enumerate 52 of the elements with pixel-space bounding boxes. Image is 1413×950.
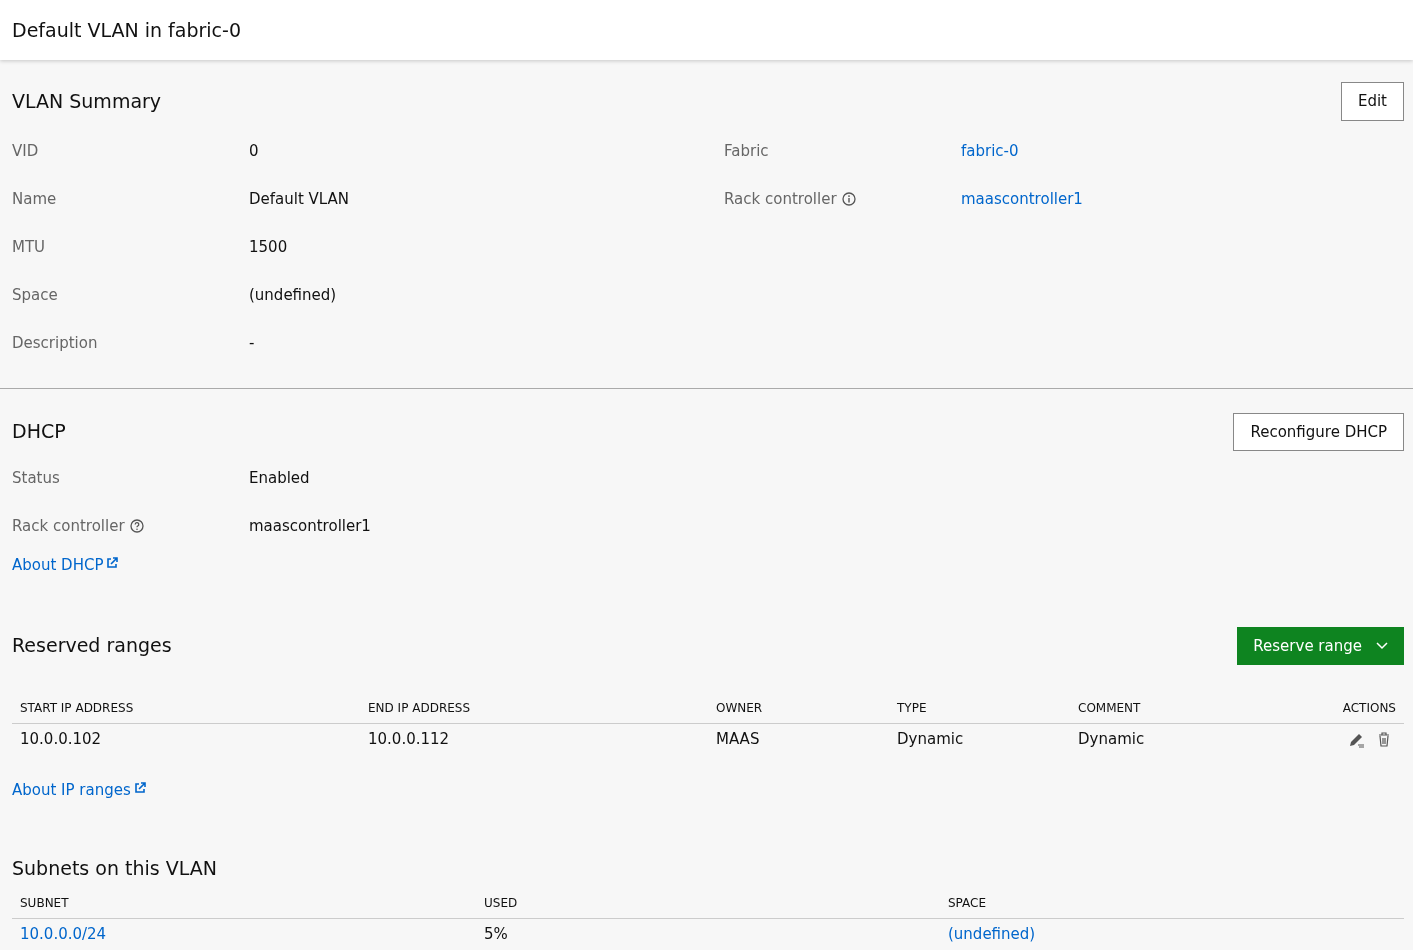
- column-header: SUBNET: [12, 887, 476, 919]
- field-label: Space: [12, 286, 58, 305]
- table-cell: 10.0.0.102: [12, 723, 360, 755]
- table-cell-text: 5%: [484, 924, 508, 943]
- field-label: Status: [12, 468, 60, 487]
- column-header: END IP ADDRESS: [360, 693, 708, 724]
- external-link-icon: [106, 557, 119, 569]
- column-header: SPACE: [940, 887, 1404, 919]
- field-label: Rack controller: [12, 516, 125, 535]
- column-header: ACTIONS: [1324, 693, 1404, 724]
- field-label: Fabric: [724, 142, 769, 161]
- field-value: Enabled: [249, 467, 310, 489]
- table-cell: Dynamic: [1070, 723, 1324, 755]
- column-header: USED: [476, 887, 940, 919]
- field-value-link[interactable]: fabric-0: [961, 140, 1019, 163]
- caret-icon: [1376, 641, 1388, 650]
- field-label: MTU: [12, 238, 46, 257]
- table-cell: 10.0.0.112: [360, 723, 708, 755]
- trash-icon[interactable]: [1378, 732, 1390, 747]
- field-value: (undefined): [249, 285, 337, 307]
- section-title: Subnets on this VLAN: [12, 857, 217, 880]
- section-title: Reserved ranges: [12, 634, 172, 658]
- table-cell-link[interactable]: (undefined): [948, 924, 1036, 943]
- field-value-link[interactable]: maascontroller1: [961, 188, 1083, 211]
- table-cell-link[interactable]: 10.0.0.0/24: [20, 924, 107, 943]
- edit-button[interactable]: Edit: [1340, 82, 1404, 121]
- field-value: -: [249, 333, 255, 355]
- about-ip-ranges-link[interactable]: About IP ranges: [12, 780, 146, 799]
- field-value: Default VLAN: [249, 189, 350, 211]
- field-label: Rack controller: [724, 190, 837, 209]
- field-value: maascontroller1: [249, 515, 371, 537]
- table-cell: Dynamic: [889, 723, 1070, 755]
- external-link-icon: [133, 781, 146, 794]
- column-header: COMMENT: [1070, 693, 1324, 724]
- about-dhcp-link[interactable]: About DHCP: [12, 556, 119, 574]
- field-label: VID: [12, 142, 39, 161]
- section-title: VLAN Summary: [12, 89, 162, 113]
- help-icon: [129, 518, 144, 533]
- pencil-icon[interactable]: [1348, 731, 1366, 748]
- section-title: DHCP: [12, 420, 66, 444]
- column-header: OWNER: [708, 693, 889, 724]
- info-icon: [841, 192, 856, 207]
- column-header: TYPE: [889, 693, 1070, 724]
- field-value: 0: [249, 141, 259, 163]
- page-title: Default VLAN in fabric-0: [12, 18, 241, 42]
- column-header: START IP ADDRESS: [12, 693, 360, 724]
- field-label: Description: [12, 334, 98, 353]
- field-label: Name: [12, 190, 57, 209]
- reconfigure-dhcp-button[interactable]: Reconfigure DHCP: [1233, 412, 1404, 451]
- reserve-range-button[interactable]: Reserve range: [1237, 626, 1404, 665]
- table-cell: MAAS: [708, 723, 889, 755]
- field-value: 1500: [249, 237, 288, 259]
